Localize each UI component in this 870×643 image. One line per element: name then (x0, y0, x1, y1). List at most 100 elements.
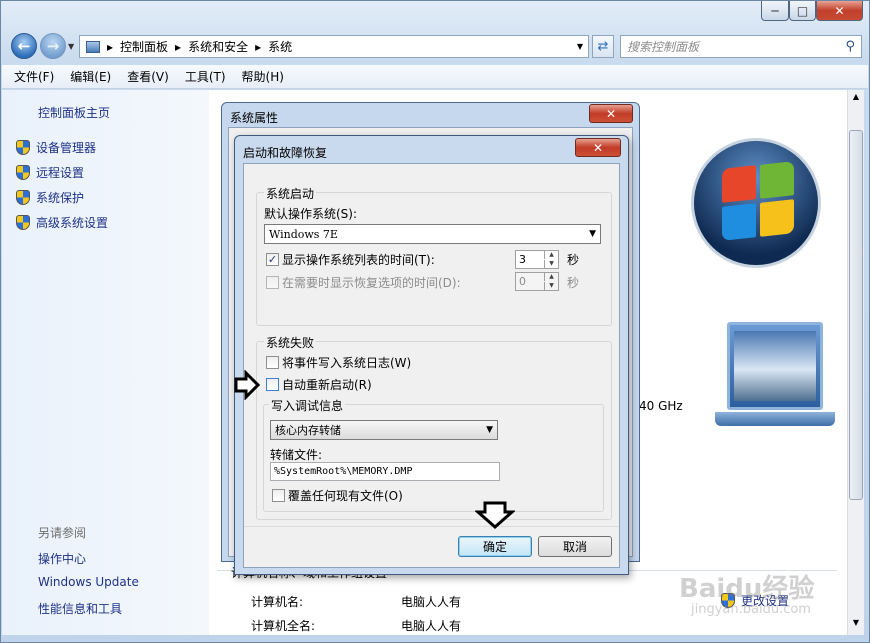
forward-button[interactable]: → (40, 33, 66, 59)
recent-pages-chevron-icon[interactable]: ▼ (68, 42, 74, 51)
show-os-list-seconds[interactable]: 3 ▲ ▼ (515, 250, 559, 269)
dump-file-value: %SystemRoot%\MEMORY.DMP (274, 466, 413, 477)
dump-file-input[interactable]: %SystemRoot%\MEMORY.DMP (270, 462, 500, 481)
overwrite-checkbox[interactable] (272, 489, 285, 502)
sidebar-item-advanced-settings[interactable]: 高级系统设置 (16, 214, 108, 231)
refresh-button[interactable]: ⇄ (592, 35, 614, 58)
default-os-select[interactable]: Windows 7E ▼ (264, 224, 601, 244)
show-recovery-value: 0 (519, 275, 526, 288)
shield-icon (16, 140, 30, 155)
oem-laptop-screen (727, 322, 823, 410)
search-icon[interactable]: ⚲ (845, 39, 855, 54)
show-recovery-seconds[interactable]: 0 ▲ ▼ (515, 272, 559, 291)
menu-help[interactable]: 帮助(H) (242, 68, 284, 85)
see-also-heading: 另请参阅 (38, 526, 87, 540)
scroll-up-icon[interactable]: ▲ (849, 92, 863, 106)
dialog-title: 启动和故障恢复 (243, 146, 328, 160)
shield-icon (16, 165, 30, 180)
spin-down-icon[interactable]: ▼ (544, 260, 558, 268)
menu-file[interactable]: 文件(F) (14, 68, 54, 85)
address-bar[interactable]: ▸ 控制面板 ▸ 系统和安全 ▸ 系统 ▼ (79, 35, 589, 58)
see-also-windows-update[interactable]: Windows Update (38, 575, 139, 589)
show-recovery-checkbox[interactable] (266, 276, 279, 289)
minimize-button[interactable]: ─ (761, 1, 789, 21)
dropdown-arrow-icon: ▼ (486, 425, 493, 435)
show-os-list-checkbox[interactable]: ✓ (266, 253, 279, 266)
sidebar-home-label: 控制面板主页 (38, 106, 111, 120)
pointer-arrow-right-icon (234, 370, 261, 400)
back-button[interactable]: ← (11, 33, 37, 59)
scrollbar-thumb[interactable] (849, 130, 863, 500)
ok-button[interactable]: 确定 (458, 536, 532, 557)
sidebar-item-remote-settings[interactable]: 远程设置 (16, 164, 84, 181)
overwrite-label: 覆盖任何现有文件(O) (288, 489, 403, 503)
search-input[interactable]: 搜索控制面板 ⚲ (620, 35, 862, 58)
breadcrumb-system-security[interactable]: 系统和安全 (188, 38, 248, 55)
menu-bar: 文件(F) 编辑(E) 查看(V) 工具(T) 帮助(H) (2, 65, 868, 89)
seconds-label: 秒 (567, 276, 580, 290)
vertical-scrollbar[interactable]: ▲ ▼ (847, 90, 864, 635)
menu-tools[interactable]: 工具(T) (185, 68, 226, 85)
debug-type-value: 核心内存转储 (275, 424, 341, 437)
spin-up-icon[interactable]: ▲ (544, 251, 558, 259)
shield-icon (16, 215, 30, 230)
menu-view[interactable]: 查看(V) (127, 68, 169, 85)
watermark-url: jingyan.baidu.com (691, 602, 811, 617)
startup-recovery-dialog: 启动和故障恢复 ✕ 系统启动 默认操作系统(S): Windows 7E ▼ ✓… (234, 135, 629, 575)
oem-laptop-base (715, 412, 835, 426)
write-event-checkbox[interactable] (266, 356, 279, 369)
sidebar-item-label: 系统保护 (36, 191, 85, 205)
dialog-close-button[interactable]: ✕ (575, 138, 621, 157)
default-os-label: 默认操作系统(S): (264, 207, 358, 221)
system-failure-heading: 系统失败 (264, 334, 317, 351)
control-panel-icon (86, 40, 100, 53)
close-button[interactable]: ✕ (816, 1, 863, 21)
spin-up-icon[interactable]: ▲ (544, 273, 558, 281)
search-placeholder: 搜索控制面板 (627, 40, 700, 54)
show-os-list-value: 3 (519, 253, 526, 266)
breadcrumb-system[interactable]: 系统 (268, 38, 292, 55)
processor-speed-text: 40 GHz (639, 399, 683, 413)
refresh-icon: ⇄ (597, 39, 609, 54)
scroll-down-icon[interactable]: ▼ (849, 618, 863, 632)
watermark-brand: Baidu经验 (679, 574, 815, 604)
write-event-label: 将事件写入系统日志(W) (282, 356, 412, 370)
back-arrow-icon: ← (17, 37, 31, 55)
see-also-action-center[interactable]: 操作中心 (38, 550, 86, 567)
auto-restart-label: 自动重新启动(R) (282, 378, 372, 392)
spin-down-icon[interactable]: ▼ (544, 282, 558, 290)
sidebar-item-label: 设备管理器 (36, 141, 97, 155)
show-recovery-label: 在需要时显示恢复选项的时间(D): (282, 276, 461, 290)
windows-logo (691, 138, 821, 268)
computer-name-label: 计算机名: (251, 595, 304, 609)
sidebar-item-home[interactable]: 控制面板主页 (38, 104, 110, 121)
cancel-button[interactable]: 取消 (538, 536, 612, 557)
full-computer-name-value: 电脑人人有 (401, 619, 462, 633)
computer-name-value: 电脑人人有 (401, 595, 462, 609)
see-also-performance[interactable]: 性能信息和工具 (38, 600, 122, 617)
auto-restart-checkbox[interactable] (266, 378, 279, 391)
pointer-arrow-down-icon (475, 501, 515, 530)
breadcrumb-control-panel[interactable]: 控制面板 (120, 38, 168, 55)
address-dropdown-icon[interactable]: ▼ (577, 42, 583, 51)
sidebar-item-label: 高级系统设置 (36, 216, 109, 230)
system-startup-heading: 系统启动 (264, 185, 317, 202)
menu-edit[interactable]: 编辑(E) (70, 68, 111, 85)
sidebar-item-label: 远程设置 (36, 166, 85, 180)
system-properties-close-button[interactable]: ✕ (589, 104, 633, 123)
show-os-list-label: 显示操作系统列表的时间(T): (282, 253, 435, 267)
breadcrumb-separator-icon: ▸ (175, 39, 182, 54)
dump-file-label: 转储文件: (270, 448, 323, 462)
seconds-label: 秒 (567, 253, 580, 267)
default-os-value: Windows 7E (269, 227, 338, 241)
sidebar-item-system-protection[interactable]: 系统保护 (16, 189, 84, 206)
breadcrumb-separator-icon: ▸ (255, 39, 262, 54)
left-nav-pane: 控制面板主页 设备管理器 远程设置 系统保护 高级系统设置 另请参阅 操作中心 … (2, 90, 209, 635)
debug-type-select[interactable]: 核心内存转储 ▼ (270, 420, 498, 440)
forward-arrow-icon: → (46, 37, 60, 55)
sidebar-item-device-manager[interactable]: 设备管理器 (16, 139, 96, 156)
dialog-body: 系统启动 默认操作系统(S): Windows 7E ▼ ✓ 显示操作系统列表的… (243, 163, 620, 568)
debug-info-heading: 写入调试信息 (269, 397, 346, 414)
maximize-button[interactable]: □ (789, 1, 816, 21)
full-computer-name-label: 计算机全名: (251, 619, 316, 633)
